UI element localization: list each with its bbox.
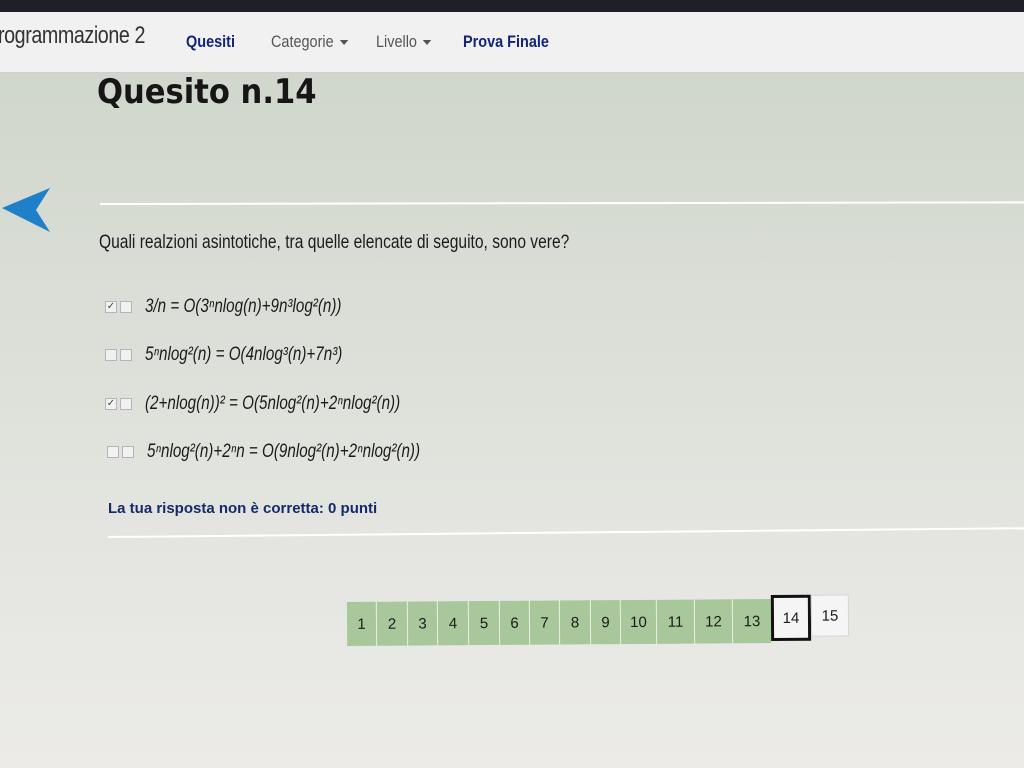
page-button-14[interactable]: 14 xyxy=(770,594,812,642)
site-brand[interactable]: rogrammazione 2 xyxy=(0,22,145,50)
quiz-page: rogrammazione 2 Quesiti Categorie Livell… xyxy=(0,0,1024,768)
divider-top xyxy=(99,201,1024,205)
divider-bottom xyxy=(107,527,1024,538)
page-button-15[interactable]: 15 xyxy=(810,594,850,637)
nav-livello-label: Livello xyxy=(376,32,417,51)
option-row: 5ⁿnlog²(n)+2ⁿn = O(9nlog²(n)+2ⁿnlog²(n)) xyxy=(107,441,488,463)
page-button-8[interactable]: 8 xyxy=(558,600,591,645)
correct-mark-box: ✓ xyxy=(105,398,117,410)
page-button-10[interactable]: 10 xyxy=(619,599,657,645)
option-row: ✓ (2+nlog(n))² = O(5nlog²(n)+2ⁿnlog²(n)) xyxy=(105,393,464,415)
page-button-6[interactable]: 6 xyxy=(498,600,530,645)
correct-mark-box xyxy=(107,446,119,458)
nav-quesiti[interactable]: Quesiti xyxy=(186,32,235,52)
page-button-11[interactable]: 11 xyxy=(655,599,695,644)
page-button-7[interactable]: 7 xyxy=(528,600,560,645)
question-text: Quali realzioni asintotiche, tra quelle … xyxy=(99,232,570,253)
nav-prova-finale[interactable]: Prova Finale xyxy=(463,32,549,52)
browser-top-strip xyxy=(0,0,1024,12)
answer-checkbox[interactable] xyxy=(120,398,132,410)
nav-categorie-label: Categorie xyxy=(271,32,334,51)
caret-down-icon xyxy=(339,40,349,46)
result-message: La tua risposta non è corretta: 0 punti xyxy=(108,500,378,517)
question-title: Quesito n.14 xyxy=(97,72,317,112)
page-button-3[interactable]: 3 xyxy=(406,601,438,646)
option-expression: (2+nlog(n))² = O(5nlog²(n)+2ⁿnlog²(n)) xyxy=(145,393,401,414)
option-expression: 5ⁿnlog²(n)+2ⁿn = O(9nlog²(n)+2ⁿnlog²(n)) xyxy=(147,441,421,462)
nav-prova-finale-label: Prova Finale xyxy=(463,32,549,51)
answer-checkbox[interactable] xyxy=(122,446,134,458)
correct-mark-box: ✓ xyxy=(105,301,117,313)
page-button-2[interactable]: 2 xyxy=(375,601,408,646)
option-row: ✓ 3/n = O(3ⁿnlog(n)+9n³log²(n)) xyxy=(105,296,391,318)
page-button-5[interactable]: 5 xyxy=(467,600,500,646)
page-button-9[interactable]: 9 xyxy=(589,600,621,645)
page-button-12[interactable]: 12 xyxy=(693,599,733,644)
nav-quesiti-label: Quesiti xyxy=(186,32,235,51)
page-button-4[interactable]: 4 xyxy=(436,601,469,646)
page-button-1[interactable]: 1 xyxy=(345,601,377,646)
nav-categorie-dropdown[interactable]: Categorie xyxy=(271,32,349,52)
correct-mark-box xyxy=(105,349,117,361)
caret-down-icon xyxy=(422,40,432,46)
back-arrow-icon[interactable] xyxy=(0,186,52,234)
option-expression: 5ⁿnlog²(n) = O(4nlog³(n)+7n³) xyxy=(145,344,343,365)
option-expression: 3/n = O(3ⁿnlog(n)+9n³log²(n)) xyxy=(145,296,342,317)
page-button-13[interactable]: 13 xyxy=(731,599,772,644)
answer-checkbox[interactable] xyxy=(120,301,132,313)
answer-checkbox[interactable] xyxy=(120,349,132,361)
nav-livello-dropdown[interactable]: Livello xyxy=(376,32,432,52)
option-row: 5ⁿnlog²(n) = O(4nlog³(n)+7n³) xyxy=(105,344,392,366)
navbar: rogrammazione 2 Quesiti Categorie Livell… xyxy=(0,12,1024,73)
